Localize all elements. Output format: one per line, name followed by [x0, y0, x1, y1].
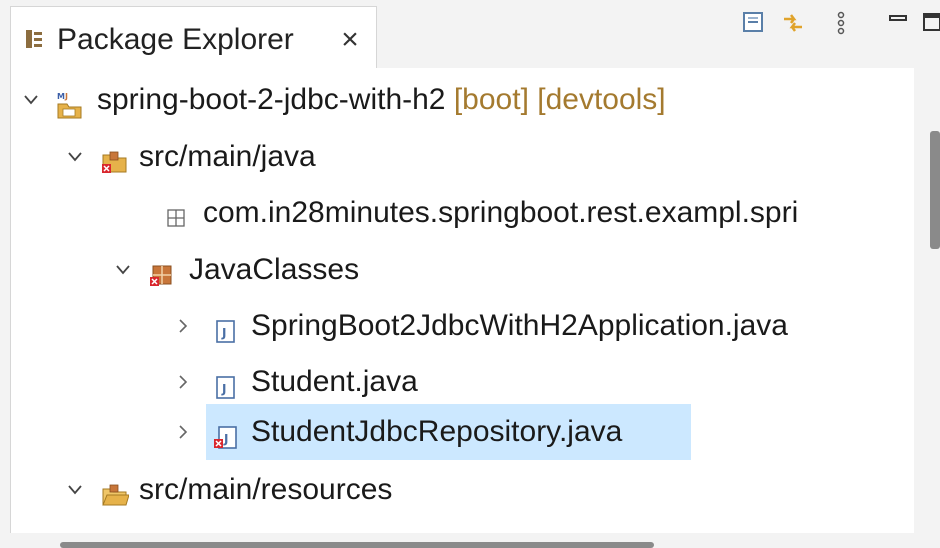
tree-row-package-default[interactable]: com.in28minutes.springboot.rest.exampl.s… — [11, 187, 905, 239]
file-application-label: SpringBoot2JdbcWithH2Application.java — [251, 309, 788, 342]
package-icon — [161, 198, 191, 228]
tree-row-src-main-java[interactable]: src/main/java — [11, 131, 891, 183]
horizontal-scrollbar-thumb[interactable] — [60, 542, 654, 548]
svg-text:J: J — [221, 326, 226, 340]
svg-text:J: J — [223, 432, 228, 446]
view-tab-bar: Package Explorer × — [0, 0, 940, 68]
close-icon[interactable]: × — [336, 21, 364, 59]
tree-row-file-application[interactable]: J SpringBoot2JdbcWithH2Application.java — [11, 300, 891, 352]
tree-row-javaclasses[interactable]: JavaClasses — [11, 244, 891, 296]
package-explorer-tab[interactable]: Package Explorer × — [10, 6, 377, 68]
package-icon — [147, 255, 177, 286]
tree-row-project[interactable]: M J spring-boot-2-jdbc-with-h2 [boot] [d… — [11, 74, 891, 126]
svg-text:J: J — [64, 92, 68, 101]
chevron-down-icon[interactable] — [63, 131, 87, 183]
file-repository-label: StudentJdbcRepository.java — [251, 415, 623, 448]
source-folder-icon — [99, 142, 129, 173]
tab-title: Package Explorer — [57, 23, 294, 56]
src-main-java-label: src/main/java — [139, 140, 316, 173]
chevron-down-icon[interactable] — [111, 244, 135, 296]
file-student-label: Student.java — [251, 365, 418, 398]
maximize-icon[interactable] — [922, 10, 940, 36]
java-file-error-icon: J — [211, 417, 241, 449]
chevron-right-icon[interactable] — [171, 356, 195, 408]
view-menu-icon[interactable] — [834, 10, 848, 36]
chevron-right-icon[interactable] — [171, 300, 195, 352]
java-file-icon: J — [211, 367, 241, 399]
package-default-label: com.in28minutes.springboot.rest.exampl.s… — [203, 196, 799, 229]
svg-text:J: J — [221, 382, 226, 396]
chevron-right-icon[interactable] — [171, 406, 195, 458]
source-folder-icon — [99, 475, 130, 506]
project-label: spring-boot-2-jdbc-with-h2 — [97, 83, 446, 116]
package-explorer-icon — [25, 29, 43, 49]
tree-row-file-repository[interactable]: J StudentJdbcRepository.java — [179, 404, 691, 460]
collapse-all-icon[interactable] — [741, 10, 767, 36]
vertical-scrollbar-thumb[interactable] — [930, 131, 940, 249]
chevron-down-icon[interactable] — [19, 74, 43, 126]
chevron-down-icon[interactable] — [63, 464, 87, 516]
tree-row-file-student[interactable]: J Student.java — [11, 356, 891, 408]
java-file-icon: J — [211, 311, 241, 343]
project-decorations: [boot] [devtools] — [453, 83, 666, 116]
tree-row-src-main-resources[interactable]: src/main/resources — [11, 464, 891, 516]
svg-text:M: M — [57, 92, 65, 101]
minimize-icon[interactable] — [889, 10, 907, 36]
package-explorer-view: Package Explorer × M J spring-boot-2-jdb… — [0, 0, 940, 548]
src-main-resources-label: src/main/resources — [139, 473, 393, 506]
javaclasses-label: JavaClasses — [189, 253, 360, 286]
link-with-editor-icon[interactable] — [780, 10, 806, 36]
project-icon: M J — [55, 85, 85, 119]
project-tree[interactable]: M J spring-boot-2-jdbc-with-h2 [boot] [d… — [10, 68, 914, 533]
